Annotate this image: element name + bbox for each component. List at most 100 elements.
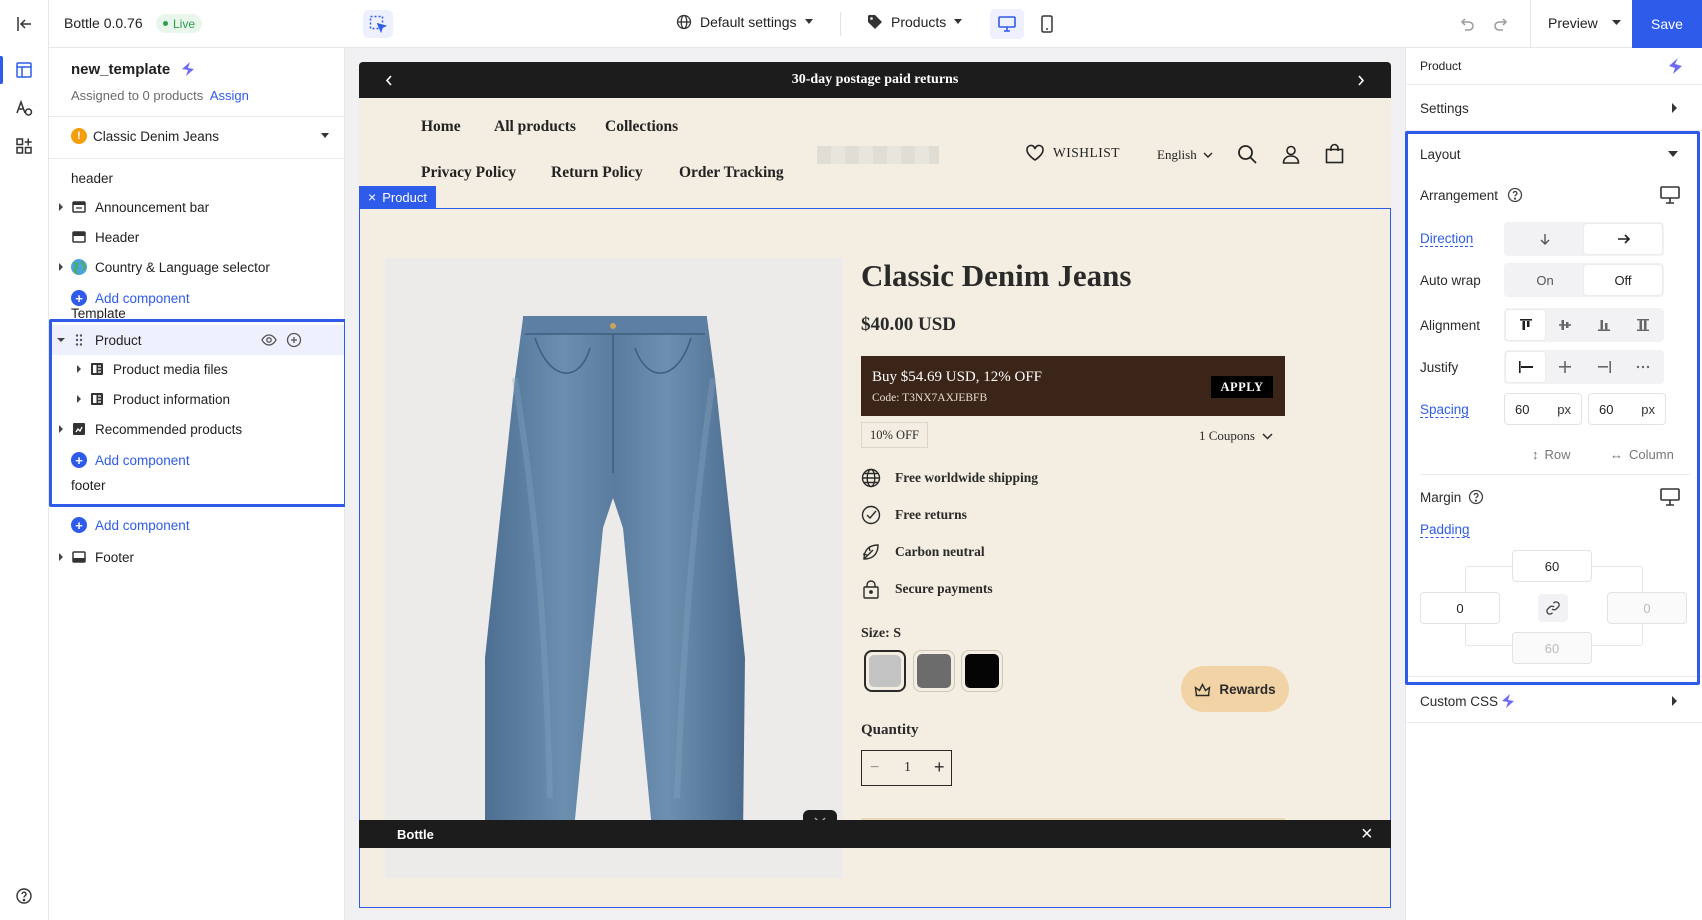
desktop-icon[interactable]	[1660, 488, 1680, 506]
desktop-view-button[interactable]	[990, 9, 1024, 39]
search-icon[interactable]	[1237, 144, 1257, 164]
add-component-template[interactable]: + Add component	[49, 445, 345, 475]
margin-row[interactable]: Margin	[1406, 482, 1702, 512]
direction-horizontal-option[interactable]	[1584, 224, 1662, 254]
desktop-icon[interactable]	[1660, 186, 1680, 204]
spacing-column-input[interactable]: 60 px	[1588, 393, 1666, 425]
eye-icon[interactable]	[261, 332, 277, 348]
padding-tab[interactable]: Padding	[1420, 522, 1470, 538]
coupons-dropdown[interactable]: 1 Coupons	[1199, 428, 1273, 444]
store-logo-blurred[interactable]	[817, 146, 939, 164]
account-icon[interactable]	[1281, 144, 1301, 164]
wishlist-link[interactable]: WISHLIST	[1025, 144, 1120, 162]
theme-styles-button[interactable]	[8, 92, 40, 124]
apply-coupon-button[interactable]: APPLY	[1211, 376, 1273, 398]
tree-item-product[interactable]: Product	[49, 325, 345, 355]
justify-end-icon	[1597, 361, 1611, 373]
nav-link-all-products[interactable]: All products	[494, 118, 576, 136]
help-button[interactable]	[8, 880, 40, 912]
apps-button[interactable]	[8, 130, 40, 162]
mobile-view-button[interactable]	[1032, 9, 1062, 39]
layers-tab-button[interactable]	[8, 54, 40, 86]
add-child-icon[interactable]	[286, 332, 302, 348]
exit-editor-button[interactable]	[8, 8, 40, 40]
add-component-footer[interactable]: + Add component	[49, 510, 345, 540]
redo-button[interactable]	[1492, 15, 1510, 33]
language-selector[interactable]: English	[1157, 147, 1213, 163]
close-icon[interactable]: ×	[1361, 823, 1373, 846]
caret-right-icon	[1672, 696, 1677, 706]
settings-section-toggle[interactable]: Settings	[1406, 88, 1702, 128]
tree-item-product-media[interactable]: Product media files	[49, 354, 345, 384]
swatch-light-grey[interactable]	[864, 650, 906, 692]
preview-dropdown[interactable]: Preview	[1548, 15, 1621, 31]
help-circle-icon[interactable]	[1468, 489, 1484, 505]
quantity-stepper[interactable]: − 1 +	[861, 750, 952, 786]
tree-item-announcement-bar[interactable]: Announcement bar	[49, 192, 345, 222]
spacing-row-input[interactable]: 60 px	[1504, 393, 1582, 425]
product-preview-select[interactable]: ! Classic Denim Jeans	[71, 119, 333, 153]
divider	[1406, 676, 1702, 677]
direction-vertical-option[interactable]	[1506, 224, 1584, 254]
nav-link-return-policy[interactable]: Return Policy	[551, 164, 643, 182]
padding-left-input[interactable]: 0	[1420, 592, 1500, 624]
select-element-button[interactable]	[363, 10, 393, 38]
justify-start-option[interactable]	[1506, 352, 1545, 382]
align-stretch-option[interactable]	[1623, 310, 1662, 340]
tree-item-recommended-products[interactable]: Recommended products	[49, 414, 345, 444]
layout-section-toggle[interactable]: Layout	[1406, 134, 1702, 174]
selection-tag[interactable]: × Product	[359, 186, 436, 208]
auto-wrap-off-option[interactable]: Off	[1584, 265, 1662, 295]
swatch-black[interactable]	[961, 650, 1003, 692]
chevron-right-icon[interactable]	[1357, 75, 1365, 86]
block-icon	[91, 363, 103, 375]
section-footer-label: footer	[71, 478, 106, 493]
recommended-icon	[73, 423, 85, 435]
close-selection-icon[interactable]: ×	[368, 189, 376, 205]
justify-end-option[interactable]	[1584, 352, 1623, 382]
default-settings-dropdown[interactable]: Default settings	[676, 14, 813, 30]
caret-right-icon	[59, 425, 63, 433]
nav-link-home[interactable]: Home	[421, 118, 461, 136]
header-block-icon	[72, 231, 86, 243]
link-padding-button[interactable]	[1538, 594, 1568, 622]
product-title: Classic Denim Jeans	[861, 258, 1132, 293]
auto-wrap-on-option[interactable]: On	[1506, 265, 1584, 295]
products-dropdown[interactable]: Products	[867, 14, 963, 30]
justify-space-between-option[interactable]	[1623, 352, 1662, 382]
plus-icon[interactable]: +	[934, 757, 945, 778]
padding-right-input[interactable]: 0	[1607, 592, 1687, 624]
undo-button[interactable]	[1458, 15, 1476, 33]
padding-bottom-input[interactable]: 60	[1512, 632, 1592, 664]
announcement-bar[interactable]: 30-day postage paid returns	[359, 62, 1391, 98]
assigned-text: Assigned to 0 products	[71, 88, 204, 103]
bottle-logo-icon	[1502, 694, 1514, 708]
help-circle-icon[interactable]	[1507, 187, 1523, 203]
store-preview[interactable]: 30-day postage paid returns Home All pro…	[359, 62, 1391, 910]
promo-banner: Buy $54.69 USD, 12% OFF Code: T3NX7AXJEB…	[861, 356, 1285, 416]
bottle-bottom-bar[interactable]: Bottle ×	[359, 820, 1391, 848]
assign-link[interactable]: Assign	[210, 88, 249, 103]
tree-item-country-language[interactable]: Country & Language selector	[49, 252, 345, 282]
drag-handle-icon[interactable]	[71, 332, 87, 348]
nav-link-collections[interactable]: Collections	[605, 118, 678, 136]
panel-breadcrumb: Product	[1420, 59, 1462, 73]
feature-secure: Secure payments	[861, 579, 993, 599]
cart-bag-icon[interactable]	[1325, 143, 1344, 164]
custom-css-section-toggle[interactable]: Custom CSS	[1406, 682, 1702, 720]
tree-item-header[interactable]: Header	[49, 222, 345, 252]
nav-link-privacy-policy[interactable]: Privacy Policy	[421, 164, 516, 182]
align-top-option[interactable]	[1506, 310, 1545, 340]
align-center-option[interactable]	[1545, 310, 1584, 340]
nav-link-order-tracking[interactable]: Order Tracking	[679, 164, 784, 182]
tree-item-footer[interactable]: Footer	[49, 542, 345, 572]
justify-center-option[interactable]	[1545, 352, 1584, 382]
padding-top-input[interactable]: 60	[1512, 550, 1592, 582]
align-bottom-option[interactable]	[1584, 310, 1623, 340]
save-button[interactable]: Save	[1632, 0, 1702, 48]
feature-shipping: Free worldwide shipping	[861, 468, 1038, 488]
tree-item-product-information[interactable]: Product information	[49, 384, 345, 414]
rewards-button[interactable]: Rewards	[1181, 666, 1289, 712]
swatch-dark-grey[interactable]	[913, 650, 955, 692]
product-image[interactable]	[385, 258, 843, 878]
